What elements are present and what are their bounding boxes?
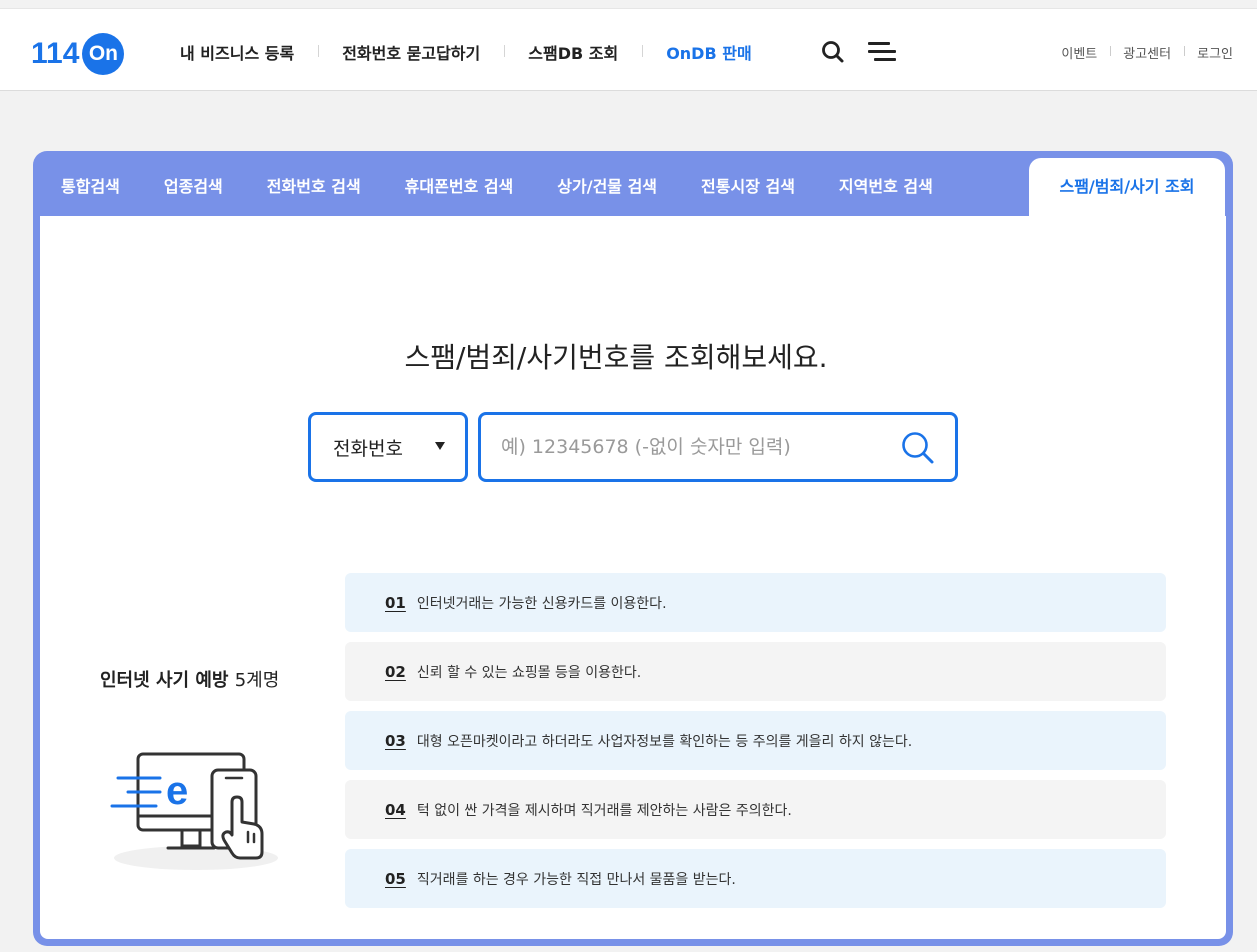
nav-item-business-register[interactable]: 내 비즈니스 등록 (156, 40, 318, 64)
tip-text: 신뢰 할 수 있는 쇼핑몰 등을 이용한다. (416, 664, 642, 681)
tip-number: 02 (385, 662, 406, 681)
nav-item-ondb-sale[interactable]: OnDB 판매 (642, 40, 775, 64)
tip-text: 인터넷거래는 가능한 신용카드를 이용한다. (416, 595, 667, 612)
util-ad-center-link[interactable]: 광고센터 (1110, 43, 1184, 62)
tip-number: 03 (385, 731, 406, 750)
tab-market-search[interactable]: 전통시장 검색 (679, 151, 817, 216)
tip-number: 05 (385, 869, 406, 888)
search-box (478, 412, 958, 482)
tip-text: 직거래를 하는 경우 가능한 직접 만나서 물품을 받는다. (416, 871, 736, 888)
svg-text:e: e (166, 769, 188, 813)
pc-mobile-illustration-icon: e (108, 736, 288, 876)
search-button[interactable] (899, 429, 937, 467)
list-item: 05 직거래를 하는 경우 가능한 직접 만나서 물품을 받는다. (345, 849, 1166, 908)
util-login-link[interactable]: 로그인 (1184, 43, 1233, 62)
nav-icons (820, 39, 896, 65)
tips-list: 01 인터넷거래는 가능한 신용카드를 이용한다. 02 신뢰 할 수 있는 쇼… (345, 573, 1166, 918)
tips-title: 인터넷 사기 예방 5계명 (100, 666, 279, 692)
search-type-value: 전화번호 (333, 437, 403, 460)
site-header: 114 On 내 비즈니스 등록 전화번호 묻고답하기 스팸DB 조회 OnDB… (0, 8, 1257, 91)
tip-number: 01 (385, 593, 406, 612)
search-panel: 통합검색 업종검색 전화번호 검색 휴대폰번호 검색 상가/건물 검색 전통시장… (33, 151, 1233, 946)
tab-spam-lookup[interactable]: 스팸/범죄/사기 조회 (1029, 158, 1225, 216)
search-icon (902, 432, 934, 464)
chevron-down-icon (435, 442, 445, 450)
search-title: 스팸/범죄/사기번호를 조회해보세요. (404, 341, 828, 374)
tip-number: 04 (385, 800, 406, 819)
tip-text: 대형 오픈마켓이라고 하더라도 사업자정보를 확인하는 등 주의를 게을리 하지… (416, 733, 913, 750)
tab-building-search[interactable]: 상가/건물 검색 (535, 151, 679, 216)
search-icon[interactable] (820, 39, 846, 65)
nav-item-spam-db[interactable]: 스팸DB 조회 (504, 40, 642, 64)
search-tabs: 통합검색 업종검색 전화번호 검색 휴대폰번호 검색 상가/건물 검색 전통시장… (33, 151, 1233, 216)
utility-links: 이벤트 광고센터 로그인 (1048, 43, 1233, 62)
search-type-select[interactable]: 전화번호 (308, 412, 468, 482)
tab-phone-search[interactable]: 전화번호 검색 (245, 151, 383, 216)
search-input[interactable] (501, 429, 881, 465)
tips-title-light: 5계명 (234, 670, 280, 691)
tips-title-bold: 인터넷 사기 예방 (100, 670, 229, 691)
list-item: 02 신뢰 할 수 있는 쇼핑몰 등을 이용한다. (345, 642, 1166, 701)
hamburger-menu-icon[interactable] (868, 41, 896, 63)
tab-integrated-search[interactable]: 통합검색 (39, 151, 142, 216)
nav-item-phone-qna[interactable]: 전화번호 묻고답하기 (318, 40, 504, 64)
main-nav: 내 비즈니스 등록 전화번호 묻고답하기 스팸DB 조회 OnDB 판매 (156, 37, 776, 67)
tab-category-search[interactable]: 업종검색 (142, 151, 245, 216)
list-item: 03 대형 오픈마켓이라고 하더라도 사업자정보를 확인하는 등 주의를 게을리… (345, 711, 1166, 770)
tip-text: 턱 없이 싼 가격을 제시하며 직거래를 제안하는 사람은 주의한다. (416, 802, 792, 819)
logo-badge: On (82, 33, 125, 75)
tab-area-code-search[interactable]: 지역번호 검색 (817, 151, 955, 216)
list-item: 04 턱 없이 싼 가격을 제시하며 직거래를 제안하는 사람은 주의한다. (345, 780, 1166, 839)
util-event-link[interactable]: 이벤트 (1048, 43, 1110, 62)
tab-content: 스팸/범죄/사기번호를 조회해보세요. 전화번호 인터넷 사기 예방 5계명 (40, 216, 1226, 939)
list-item: 01 인터넷거래는 가능한 신용카드를 이용한다. (345, 573, 1166, 632)
logo-number: 114 (31, 37, 80, 70)
logo[interactable]: 114 On (31, 33, 125, 75)
tab-mobile-search[interactable]: 휴대폰번호 검색 (383, 151, 536, 216)
